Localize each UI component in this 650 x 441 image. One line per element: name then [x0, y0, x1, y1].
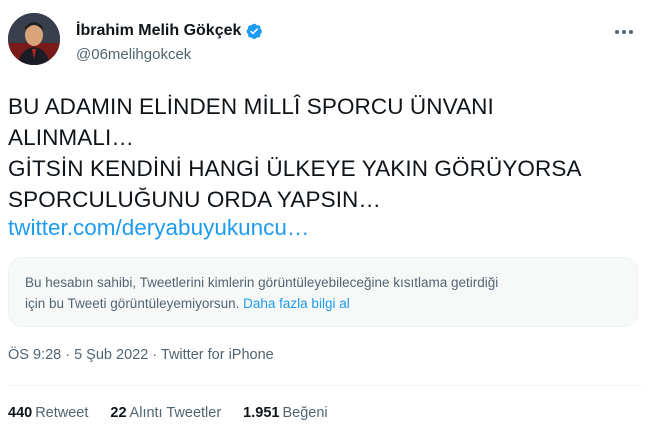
likes-stat[interactable]: 1.951 Beğeni — [243, 405, 327, 421]
quotes-count: 22 — [110, 405, 127, 421]
likes-label: Beğeni — [282, 405, 328, 421]
notice-text-line-2: için bu Tweeti görüntüleyemiyorsun. Daha… — [25, 293, 621, 314]
learn-more-link[interactable]: Daha fazla bilgi al — [243, 296, 350, 311]
restricted-notice: Bu hesabın sahibi, Tweetlerini kimlerin … — [8, 257, 638, 327]
notice-text: için bu Tweeti görüntüleyemiyorsun. — [25, 296, 240, 311]
author-name-row: İbrahim Melih Gökçek — [76, 22, 263, 40]
notice-text-line: Bu hesabın sahibi, Tweetlerini kimlerin … — [25, 275, 499, 290]
quotes-stat[interactable]: 22 Alıntı Tweetler — [110, 405, 221, 421]
verified-badge-icon — [245, 22, 263, 40]
author-name[interactable]: İbrahim Melih Gökçek — [76, 22, 241, 40]
tweet-line: BU ADAMIN ELİNDEN MİLLÎ SPORCU ÜNVANI — [8, 94, 494, 119]
retweets-count: 440 — [8, 405, 33, 421]
tweet-text: BU ADAMIN ELİNDEN MİLLÎ SPORCU ÜNVANI AL… — [8, 91, 638, 215]
quotes-label: Alıntı Tweetler — [129, 405, 222, 421]
more-options-icon[interactable] — [612, 20, 636, 44]
tweet-line: ALINMALI… — [8, 125, 134, 150]
author-handle[interactable]: @06melihgokcek — [76, 46, 191, 63]
avatar-image — [8, 13, 60, 65]
tweet-stats: 440 Retweet 22 Alıntı Tweetler 1.951 Beğeni — [8, 405, 350, 421]
tweet-meta[interactable]: ÖS 9:28 · 5 Şub 2022 · Twitter for iPhon… — [8, 347, 274, 363]
tweet-line: SPORCULUĞUNU ORDA YAPSIN… — [8, 187, 381, 212]
likes-count: 1.951 — [243, 405, 280, 421]
retweets-label: Retweet — [35, 405, 89, 421]
retweets-stat[interactable]: 440 Retweet — [8, 405, 88, 421]
avatar[interactable] — [8, 13, 60, 65]
divider — [8, 385, 642, 386]
tweet-link[interactable]: twitter.com/deryabuyukuncu… — [8, 212, 309, 243]
tweet-line: GİTSİN KENDİNİ HANGİ ÜLKEYE YAKIN GÖRÜYO… — [8, 156, 582, 181]
